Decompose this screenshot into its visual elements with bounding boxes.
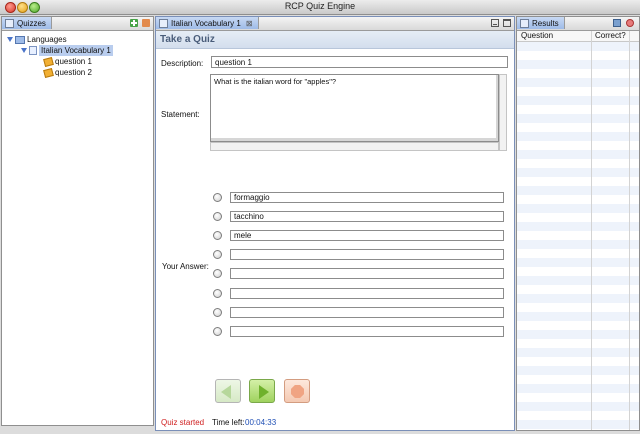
next-question-button[interactable]: [249, 379, 275, 403]
arrow-right-icon: [259, 385, 269, 399]
quiz-document-icon: [29, 46, 37, 55]
tree-node-label: Languages: [27, 35, 67, 44]
description-label: Description:: [161, 59, 204, 68]
previous-question-button[interactable]: [215, 379, 241, 403]
stop-quiz-button[interactable]: [284, 379, 310, 403]
close-tab-icon[interactable]: ⊠: [246, 19, 253, 28]
quiz-editor-panel: Italian Vocabulary 1 ⊠ Take a Quiz Descr…: [155, 16, 515, 431]
statement-hscrollbar[interactable]: [210, 142, 499, 151]
answer-radio[interactable]: [213, 269, 222, 278]
expand-arrow-icon[interactable]: [21, 48, 27, 53]
time-left-label: Time left:: [212, 418, 245, 427]
quizzes-tab-bar: Quizzes: [2, 17, 153, 31]
folder-icon: [15, 35, 25, 44]
stop-octagon-icon: [291, 385, 304, 398]
arrow-left-icon: [221, 385, 231, 399]
results-table-body: [517, 42, 639, 430]
answer-field[interactable]: [230, 268, 504, 279]
tab-quizzes-label: Quizzes: [17, 18, 46, 28]
question-tag-icon: [43, 67, 54, 78]
tab-editor-label: Italian Vocabulary 1: [171, 18, 241, 28]
column-header-question[interactable]: Question: [521, 31, 553, 41]
add-quiz-icon[interactable]: [130, 19, 138, 27]
column-divider: [591, 31, 592, 430]
answer-field[interactable]: [230, 211, 504, 222]
editor-tab-bar: Italian Vocabulary 1 ⊠: [156, 17, 514, 31]
minimize-view-icon[interactable]: [491, 19, 499, 27]
tab-results-label: Results: [532, 18, 559, 28]
results-panel: Results Question Correct?: [516, 16, 640, 431]
quiz-document-icon: [159, 18, 168, 28]
statement-label: Statement:: [161, 110, 200, 119]
page-title: Take a Quiz: [160, 34, 215, 45]
answer-radio[interactable]: [213, 327, 222, 336]
save-results-icon[interactable]: [613, 19, 621, 27]
question-tag-icon: [43, 56, 54, 67]
tree-node-question[interactable]: question 2: [43, 67, 92, 78]
form-heading: Take a Quiz: [156, 31, 514, 49]
tree-node-question[interactable]: question 1: [43, 56, 92, 67]
quizzes-panel: Quizzes Languages Italian Vocabulary 1 q…: [1, 16, 154, 426]
status-text: Quiz started: [161, 418, 205, 427]
tab-results[interactable]: Results: [517, 17, 565, 29]
answer-radio[interactable]: [213, 212, 222, 221]
results-tab-bar: Results: [517, 17, 639, 31]
answer-field[interactable]: [230, 288, 504, 299]
statement-textarea[interactable]: What is the italian word for "apples"?: [210, 74, 499, 142]
answer-radio[interactable]: [213, 250, 222, 259]
answer-field[interactable]: [230, 307, 504, 318]
tab-italian-vocabulary[interactable]: Italian Vocabulary 1 ⊠: [156, 17, 259, 29]
tree-node-label: question 2: [55, 68, 92, 77]
answer-field[interactable]: [230, 249, 504, 260]
description-field[interactable]: [211, 56, 508, 68]
column-divider: [629, 31, 630, 430]
tree-node-languages[interactable]: Languages: [7, 34, 67, 45]
answer-radio[interactable]: [213, 308, 222, 317]
time-left-value: 00:04:33: [245, 418, 277, 427]
results-view-icon: [520, 18, 529, 28]
answer-field[interactable]: [230, 326, 504, 337]
answer-radio[interactable]: [213, 289, 222, 298]
tree-node-label: Italian Vocabulary 1: [39, 45, 113, 56]
tree-node-label: question 1: [55, 57, 92, 66]
title-bar: RCP Quiz Engine: [0, 0, 640, 15]
column-header-correct[interactable]: Correct?: [595, 31, 626, 41]
clear-results-icon[interactable]: [626, 19, 634, 27]
your-answer-label: Your Answer:: [162, 262, 209, 271]
tab-quizzes[interactable]: Quizzes: [2, 17, 52, 29]
statement-scrollbar[interactable]: [499, 74, 507, 151]
delete-quiz-icon[interactable]: [142, 19, 150, 27]
answer-field[interactable]: [230, 192, 504, 203]
maximize-view-icon[interactable]: [503, 19, 511, 27]
quizzes-view-icon: [5, 18, 14, 28]
answer-radio[interactable]: [213, 231, 222, 240]
window-title: RCP Quiz Engine: [284, 1, 356, 11]
answer-field[interactable]: [230, 230, 504, 241]
tree-node-quiz[interactable]: Italian Vocabulary 1: [21, 45, 113, 56]
expand-arrow-icon[interactable]: [7, 37, 13, 42]
results-table-header: Question Correct?: [517, 31, 639, 42]
answer-radio[interactable]: [213, 193, 222, 202]
